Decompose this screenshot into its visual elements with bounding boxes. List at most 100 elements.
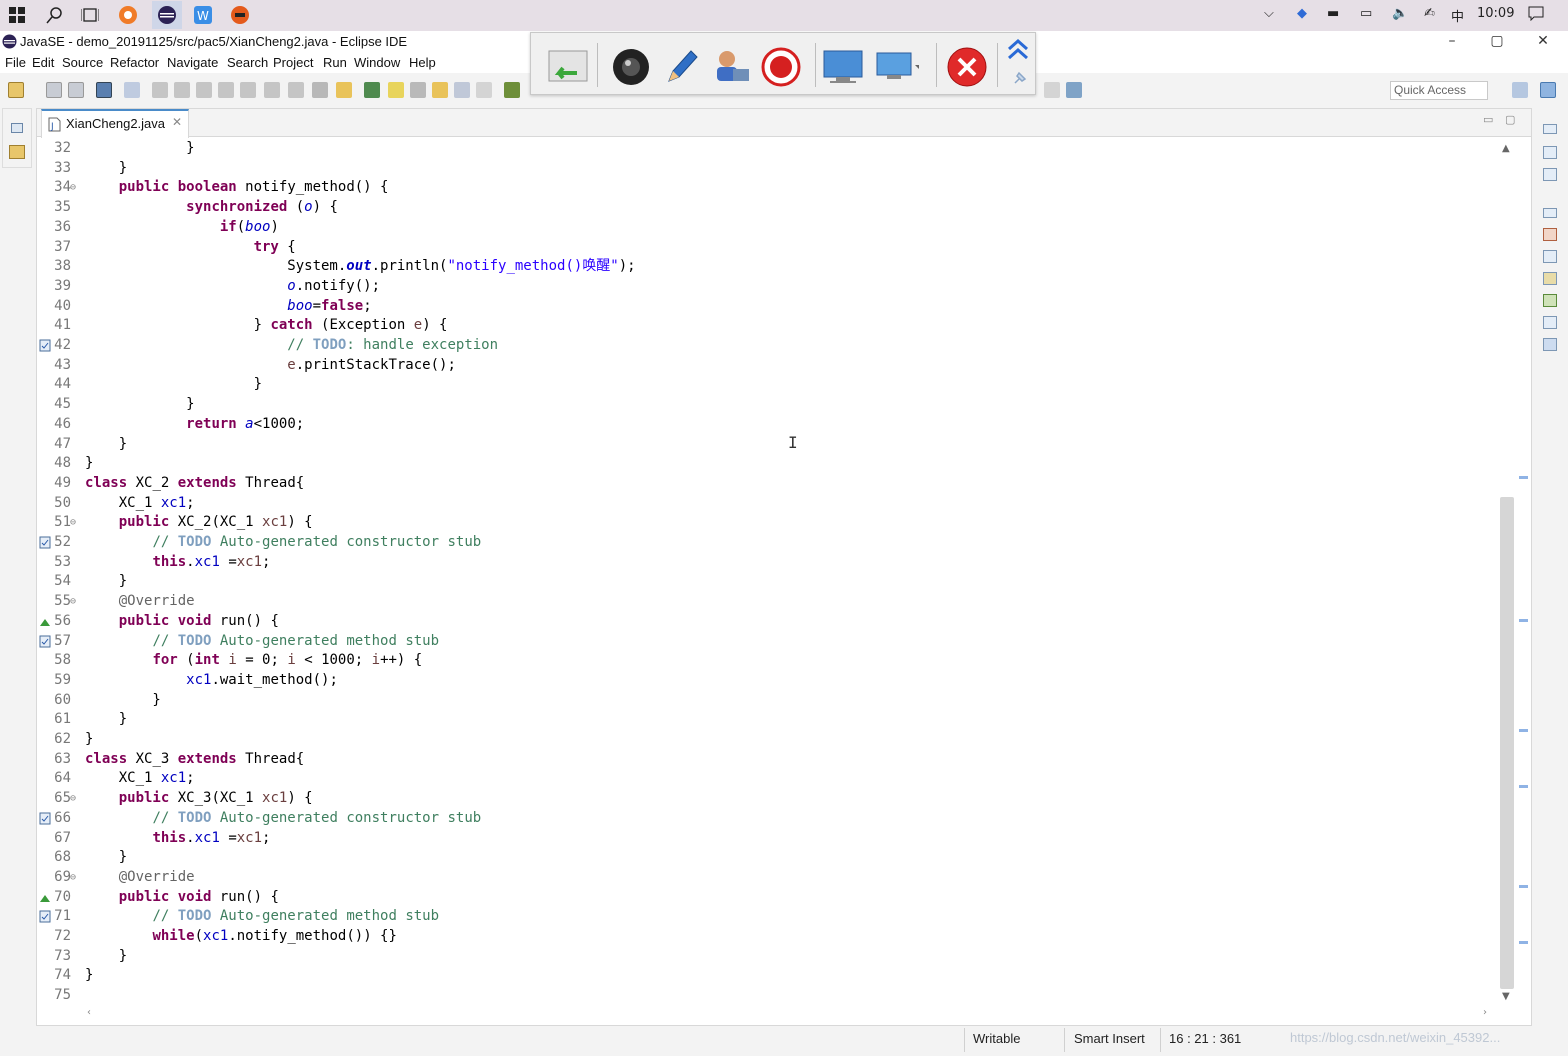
task-view-icon[interactable] [79,4,101,26]
data-source-icon[interactable] [1543,316,1557,329]
scroll-left-icon[interactable]: ‹ [87,1007,91,1018]
code-line[interactable]: 68 } [37,848,1497,868]
battery-icon[interactable]: ▬ [1327,6,1339,21]
block-selection-icon[interactable] [454,82,470,98]
terminal-icon[interactable] [96,82,112,98]
code-text[interactable]: XC_1 xc1; [85,769,195,789]
code-text[interactable]: xc1.wait_method(); [85,671,338,691]
minimize-editor-icon[interactable]: ▭ [1483,113,1493,126]
ime-indicator[interactable]: 中 [1451,6,1464,25]
windows-start-icon[interactable] [6,4,28,26]
code-text[interactable]: } [85,572,127,592]
code-line[interactable]: 60 } [37,691,1497,711]
menu-refactor[interactable]: Refactor [110,55,159,70]
pin-icon[interactable] [1011,69,1029,91]
new-icon[interactable] [8,82,24,98]
vertical-scroll-thumb[interactable] [1500,497,1514,989]
code-text[interactable]: // TODO Auto-generated method stub [85,907,439,927]
code-text[interactable]: o.notify(); [85,277,380,297]
code-line[interactable]: 53 this.xc1 =xc1; [37,553,1497,573]
menu-window[interactable]: Window [354,55,400,70]
overview-marker[interactable] [1519,619,1528,622]
code-text[interactable]: this.xc1 =xc1; [85,553,270,573]
code-line[interactable]: 55 ⊖ @Override [37,592,1497,612]
restore-icon[interactable] [1543,208,1557,218]
maximize-button[interactable]: ▢ [1477,33,1517,51]
tab-close-icon[interactable]: ✕ [172,115,182,129]
code-line[interactable]: 33 } [37,159,1497,179]
screen-select-icon[interactable] [875,47,919,87]
servers-icon[interactable] [1543,294,1557,307]
code-text[interactable]: public void run() { [85,612,279,632]
step-return-icon[interactable] [288,82,304,98]
code-text[interactable]: // TODO Auto-generated constructor stub [85,533,481,553]
code-text[interactable]: boo=false; [85,297,371,317]
restore-icon[interactable] [11,123,23,133]
overview-marker[interactable] [1519,885,1528,888]
code-text[interactable]: class XC_3 extends Thread{ [85,750,304,770]
skip-breakpoints-icon[interactable] [124,82,140,98]
code-line[interactable]: 45 } [37,395,1497,415]
menu-navigate[interactable]: Navigate [167,55,218,70]
dropbox-icon[interactable]: ◆ [1297,6,1307,21]
code-line[interactable]: 50 XC_1 xc1; [37,494,1497,514]
code-text[interactable]: // TODO: handle exception [85,336,498,356]
highlight-icon[interactable] [388,82,404,98]
horizontal-scrollbar[interactable]: ‹ › [83,1007,1495,1021]
recorder-app-icon[interactable] [229,4,251,26]
code-line[interactable]: 73 } [37,947,1497,967]
next-annotation-icon[interactable] [432,82,448,98]
code-area[interactable]: 32 } 33 } 34 ⊖ public boolean notify_method… [37,139,1501,1009]
code-text[interactable]: for (int i = 0; i < 1000; i++) { [85,651,422,671]
code-line[interactable]: 57 // TODO Auto-generated method stub [37,632,1497,652]
code-text[interactable]: return a<1000; [85,415,304,435]
insert-mode-status[interactable]: Smart Insert [1074,1031,1145,1046]
chevron-up-icon[interactable]: ⌵ [1264,6,1274,21]
forward-icon[interactable] [1044,82,1060,98]
code-line[interactable]: 54 } [37,572,1497,592]
code-line[interactable]: 48} [37,454,1497,474]
code-line[interactable]: 67 this.xc1 =xc1; [37,829,1497,849]
code-line[interactable]: 49 class XC_2 extends Thread{ [37,474,1497,494]
code-text[interactable]: public XC_3(XC_1 xc1) { [85,789,313,809]
save-icon[interactable] [46,82,62,98]
code-line[interactable]: 65 ⊖ public XC_3(XC_1 xc1) { [37,789,1497,809]
menu-edit[interactable]: Edit [32,55,54,70]
open-type-icon[interactable] [364,82,380,98]
save-all-icon[interactable] [68,82,84,98]
code-line[interactable]: 62} [37,730,1497,750]
code-line[interactable]: 38 System.out.println("notify_method()唤醒… [37,257,1497,277]
browser-app-icon[interactable] [117,4,139,26]
code-line[interactable]: 34 ⊖ public boolean notify_method() { [37,178,1497,198]
suspend-icon[interactable] [174,82,190,98]
scroll-up-icon[interactable]: ▲ [1502,143,1510,154]
code-line[interactable]: 69 ⊖ @Override [37,868,1497,888]
code-text[interactable]: } [85,691,160,711]
show-whitespace-icon[interactable] [476,82,492,98]
close-button[interactable]: ✕ [1523,33,1563,51]
menu-file[interactable]: File [5,55,26,70]
code-line[interactable]: 40 boo=false; [37,297,1497,317]
code-text[interactable]: } [85,159,127,179]
menu-project[interactable]: Project [273,55,313,70]
terminate-icon[interactable] [196,82,212,98]
code-text[interactable]: } [85,375,262,395]
code-line[interactable]: 74} [37,966,1497,986]
code-text[interactable]: e.printStackTrace(); [85,356,456,376]
code-line[interactable]: 64 XC_1 xc1; [37,769,1497,789]
code-text[interactable]: public XC_2(XC_1 xc1) { [85,513,313,533]
step-over-icon[interactable] [264,82,280,98]
overview-marker[interactable] [1519,476,1528,479]
fold-toggle-icon[interactable]: ⊖ [70,789,76,809]
code-text[interactable]: } [85,139,194,159]
javadoc-icon[interactable] [1543,250,1557,263]
eclipse-app-icon[interactable] [152,1,182,29]
pen-tool-icon[interactable] [659,47,703,87]
code-text[interactable]: // TODO Auto-generated method stub [85,632,439,652]
cursor-position-status[interactable]: 16 : 21 : 361 [1169,1031,1241,1046]
debug-icon[interactable] [504,82,520,98]
code-text[interactable]: } [85,435,127,455]
code-line[interactable]: 35 synchronized (o) { [37,198,1497,218]
code-line[interactable]: 61 } [37,710,1497,730]
code-line[interactable]: 70 public void run() { [37,888,1497,908]
